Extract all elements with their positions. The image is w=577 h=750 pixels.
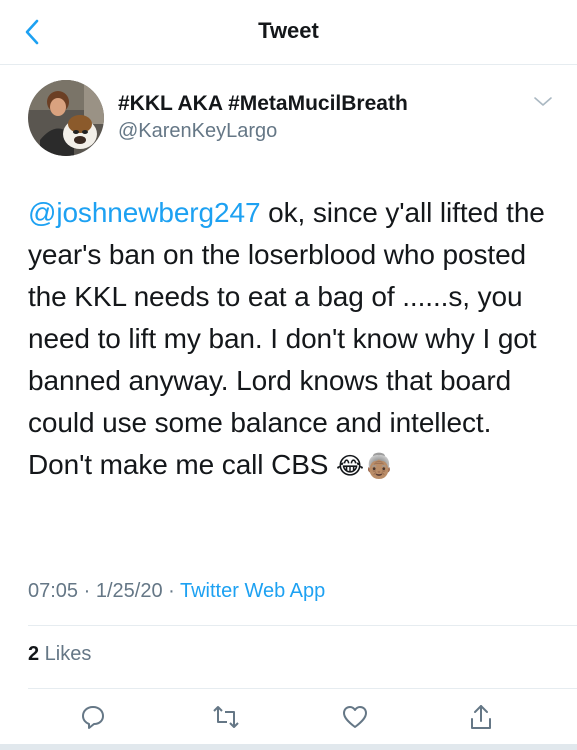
likes-count[interactable]: 2 Likes: [28, 643, 91, 666]
tweet-date: 1/25/20: [95, 580, 163, 602]
bottom-strip: [0, 744, 577, 750]
chevron-down-icon: [534, 97, 552, 106]
tweet-body: ok, since y'all lifted the year's ban on…: [28, 197, 545, 480]
likes-label: Likes: [39, 643, 92, 665]
laughing-emoji: 😂: [336, 453, 364, 480]
retweet-button[interactable]: [209, 700, 243, 734]
avatar-image: [28, 80, 104, 156]
source-app-link[interactable]: Twitter Web App: [180, 580, 325, 602]
divider: [28, 625, 577, 626]
mention-link[interactable]: @joshnewberg247: [28, 197, 261, 228]
reply-icon: [82, 706, 104, 729]
divider: [28, 688, 577, 689]
older-woman-emoji: 👵🏽: [364, 453, 394, 480]
likes-number: 2: [28, 643, 40, 665]
display-name[interactable]: #KKL AKA #MetaMucilBreath: [118, 92, 408, 116]
reply-button[interactable]: [76, 700, 110, 734]
like-button[interactable]: [338, 700, 372, 734]
navigation-bar: Tweet: [0, 0, 577, 65]
avatar[interactable]: [28, 80, 104, 156]
share-button[interactable]: [464, 700, 498, 734]
page-title: Tweet: [258, 18, 319, 43]
meta-separator: ·: [162, 580, 180, 602]
meta-separator: ·: [78, 580, 96, 602]
tweet-metadata: 07:05 · 1/25/20 · Twitter Web App: [28, 580, 325, 603]
tweet-text: @joshnewberg247 ok, since y'all lifted t…: [28, 192, 558, 488]
user-handle[interactable]: @KarenKeyLargo: [118, 120, 277, 143]
heart-icon: [343, 706, 367, 728]
share-icon: [471, 705, 491, 729]
more-options-button[interactable]: [532, 94, 554, 110]
retweet-icon: [213, 706, 239, 728]
tweet-actions: [0, 700, 577, 734]
tweet-time: 07:05: [28, 580, 79, 602]
